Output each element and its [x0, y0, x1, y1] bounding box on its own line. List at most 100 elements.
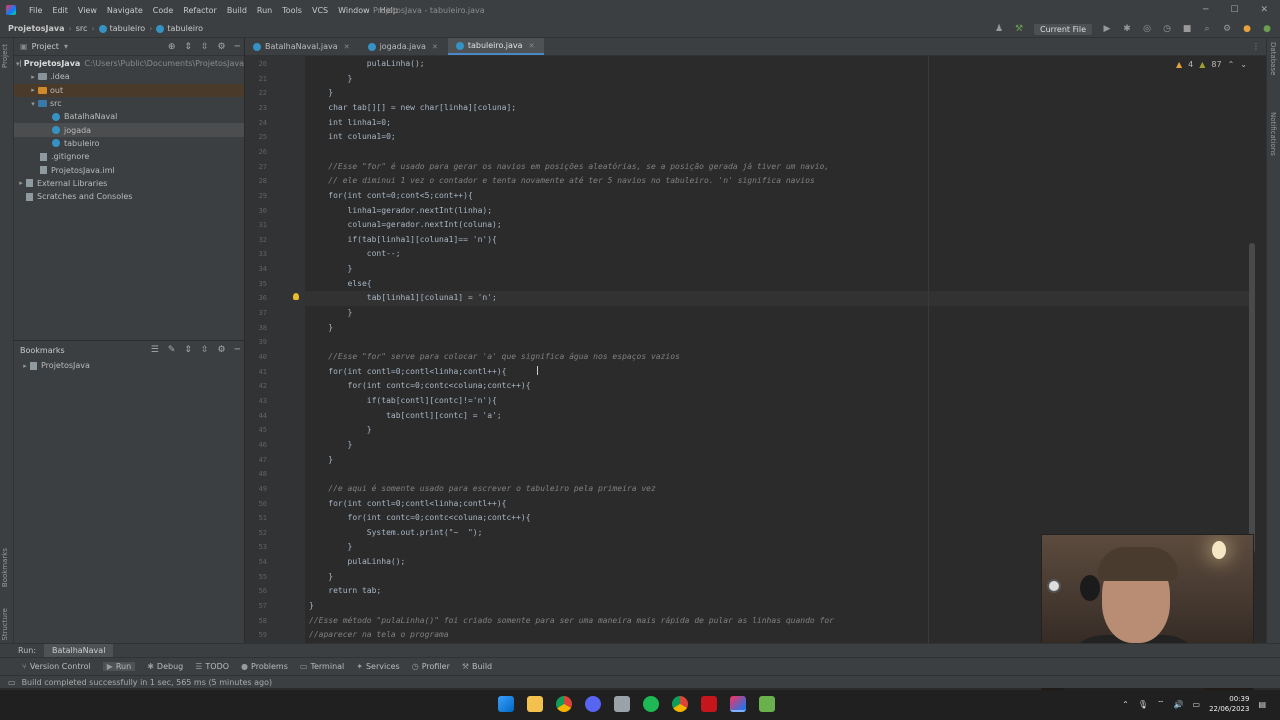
- other-app-icon[interactable]: [759, 696, 775, 712]
- tree-item-jogada[interactable]: jogada: [14, 123, 244, 137]
- code-line[interactable]: 23 char tab[][] = new char[linha][coluna…: [259, 101, 1255, 116]
- chevron-down-icon[interactable]: ⌄: [1240, 60, 1247, 69]
- battery-icon[interactable]: ▭: [1193, 700, 1201, 709]
- code-text[interactable]: }: [309, 570, 333, 585]
- line-number[interactable]: 31: [247, 218, 267, 233]
- collapse-all-icon[interactable]: ⇳: [201, 42, 209, 52]
- wifi-icon[interactable]: ⌔: [1157, 699, 1165, 709]
- editor-scrollbar[interactable]: [1249, 243, 1255, 553]
- line-number[interactable]: 49: [247, 482, 267, 497]
- hide-icon[interactable]: ─: [235, 345, 240, 355]
- tree-item-batalhanaval[interactable]: BatalhaNaval: [14, 110, 244, 123]
- line-number[interactable]: 20: [247, 57, 267, 72]
- breadcrumb-project[interactable]: ProjetosJava: [8, 24, 65, 33]
- build-button[interactable]: ⚒ Build: [462, 662, 492, 671]
- run-button[interactable]: ▶ Run: [102, 662, 136, 671]
- line-number[interactable]: 27: [247, 160, 267, 175]
- edit-icon[interactable]: ✎: [168, 345, 176, 355]
- code-text[interactable]: cont--;: [309, 247, 401, 262]
- line-number[interactable]: 34: [247, 262, 267, 277]
- code-line[interactable]: 40 //Esse "for" serve para colocar 'a' q…: [259, 350, 1255, 365]
- chevron-down-icon[interactable]: ▾: [16, 60, 20, 68]
- inspection-widget[interactable]: ▲ 4 ▲ 87 ⌃ ⌄: [1176, 60, 1247, 69]
- minimize-icon[interactable]: ─: [1203, 5, 1208, 15]
- structure-tool-button[interactable]: Structure: [1, 608, 9, 641]
- code-text[interactable]: else{: [309, 277, 372, 292]
- locate-icon[interactable]: ⊕: [168, 42, 176, 52]
- debug-icon[interactable]: ✱: [1122, 24, 1132, 34]
- line-number[interactable]: 50: [247, 497, 267, 512]
- code-text[interactable]: pulaLinha();: [309, 555, 406, 570]
- app-icon[interactable]: [614, 696, 630, 712]
- status-message[interactable]: Build completed successfully in 1 sec, 5…: [22, 678, 273, 687]
- close-icon[interactable]: ✕: [529, 42, 535, 50]
- code-line[interactable]: 51 for(int contc=0;contc<coluna;contc++)…: [259, 511, 1255, 526]
- line-number[interactable]: 25: [247, 130, 267, 145]
- more-tabs-icon[interactable]: ⋮: [1252, 42, 1260, 51]
- todo-button[interactable]: ☰ TODO: [195, 662, 229, 671]
- menu-file[interactable]: File: [24, 6, 47, 15]
- line-number[interactable]: 33: [247, 247, 267, 262]
- chevron-right-icon[interactable]: ▸: [28, 73, 38, 81]
- code-text[interactable]: linha1=gerador.nextInt(linha);: [309, 204, 493, 219]
- code-text[interactable]: if(tab[contl][contc]!='n'){: [309, 394, 497, 409]
- line-number[interactable]: 57: [247, 599, 267, 614]
- chrome-icon[interactable]: [556, 696, 572, 712]
- line-number[interactable]: 22: [247, 86, 267, 101]
- line-number[interactable]: 53: [247, 540, 267, 555]
- line-number[interactable]: 45: [247, 423, 267, 438]
- code-text[interactable]: }: [309, 72, 353, 87]
- line-number[interactable]: 48: [247, 467, 267, 482]
- code-text[interactable]: int coluna1=0;: [309, 130, 395, 145]
- run-icon[interactable]: ▶: [1102, 24, 1112, 34]
- line-number[interactable]: 35: [247, 277, 267, 292]
- build-hammer-icon[interactable]: ⚒: [1014, 24, 1024, 34]
- line-number[interactable]: 52: [247, 526, 267, 541]
- code-text[interactable]: }: [309, 86, 333, 101]
- line-number[interactable]: 21: [247, 72, 267, 87]
- code-text[interactable]: }: [309, 321, 333, 336]
- code-line[interactable]: 21 }: [259, 72, 1255, 87]
- code-text[interactable]: //e aqui é somente usado para escrever o…: [309, 482, 656, 497]
- breadcrumb-src[interactable]: src: [76, 24, 88, 33]
- gear-icon[interactable]: ⚙: [218, 345, 226, 355]
- tab-jogada[interactable]: jogada.java ✕: [360, 38, 448, 55]
- profiler-icon[interactable]: ◷: [1162, 24, 1172, 34]
- coverage-icon[interactable]: ◎: [1142, 24, 1152, 34]
- line-number[interactable]: 41: [247, 365, 267, 380]
- code-line[interactable]: 49 //e aqui é somente usado para escreve…: [259, 482, 1255, 497]
- code-line[interactable]: 47 }: [259, 453, 1255, 468]
- menu-code[interactable]: Code: [148, 6, 178, 15]
- line-number[interactable]: 26: [247, 145, 267, 160]
- volume-icon[interactable]: 🔊: [1174, 700, 1184, 709]
- code-line[interactable]: 24 int linha1=0;: [259, 116, 1255, 131]
- chevron-right-icon[interactable]: ▸: [20, 362, 30, 370]
- code-text[interactable]: tab[contl][contc] = 'a';: [309, 409, 502, 424]
- code-text[interactable]: pulaLinha();: [309, 57, 425, 72]
- code-line[interactable]: 44 tab[contl][contc] = 'a';: [259, 409, 1255, 424]
- code-text[interactable]: char tab[][] = new char[linha][coluna];: [309, 101, 516, 116]
- line-number[interactable]: 54: [247, 555, 267, 570]
- lightbulb-icon[interactable]: [293, 293, 299, 300]
- line-number[interactable]: 37: [247, 306, 267, 321]
- line-number[interactable]: 23: [247, 101, 267, 116]
- search-icon[interactable]: ⌕: [1202, 24, 1212, 34]
- code-text[interactable]: //Esse "for" serve para colocar 'a' que …: [309, 350, 680, 365]
- code-text[interactable]: }: [309, 306, 353, 321]
- line-number[interactable]: 40: [247, 350, 267, 365]
- code-text[interactable]: System.out.print("~ ");: [309, 526, 483, 541]
- menu-refactor[interactable]: Refactor: [178, 6, 222, 15]
- code-text[interactable]: }: [309, 438, 353, 453]
- notification-icon[interactable]: ▤: [1258, 700, 1266, 709]
- line-number[interactable]: 30: [247, 204, 267, 219]
- line-number[interactable]: 43: [247, 394, 267, 409]
- code-text[interactable]: tab[linha1][coluna1] = 'n';: [309, 291, 497, 306]
- code-text[interactable]: }: [309, 599, 314, 614]
- chevron-right-icon[interactable]: ▸: [28, 86, 38, 94]
- breadcrumb-class[interactable]: tabuleiro: [156, 24, 203, 33]
- close-icon[interactable]: ✕: [1260, 5, 1268, 15]
- debug-button[interactable]: ✱ Debug: [147, 662, 183, 671]
- code-line[interactable]: 20 pulaLinha();: [259, 57, 1255, 72]
- code-line[interactable]: 42 for(int contc=0;contc<coluna;contc++)…: [259, 379, 1255, 394]
- menu-edit[interactable]: Edit: [47, 6, 73, 15]
